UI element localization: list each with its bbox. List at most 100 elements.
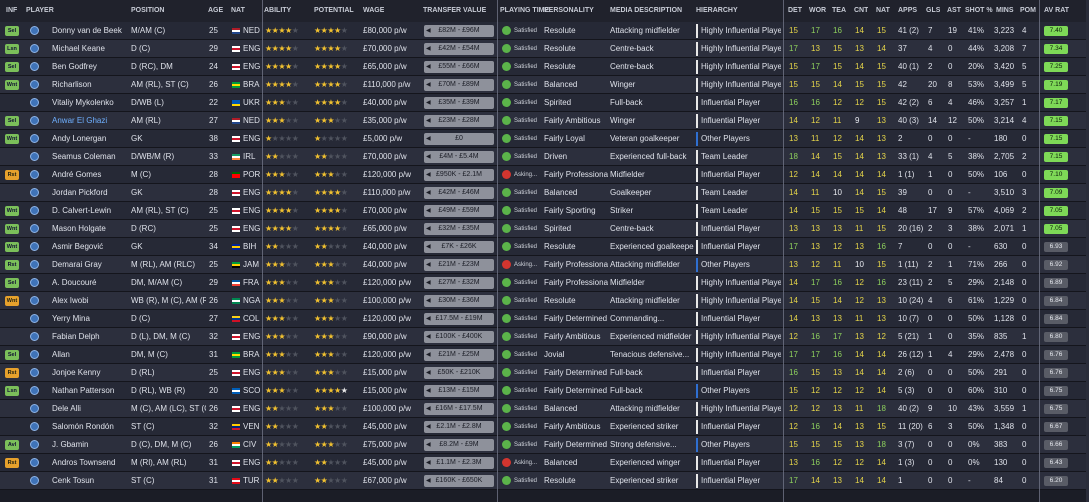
player-name-link[interactable]: André Gomes	[52, 166, 130, 184]
col-playing-time[interactable]: PLAYING TIME	[500, 0, 549, 22]
player-status-icon[interactable]	[30, 332, 39, 341]
transfer-value-box[interactable]: ◀ £27M - £32M	[424, 277, 494, 289]
table-row[interactable]: Cenk Tosun ST (C) 31 TUR ★★★★★ ★★★★★ £67,000 p…	[0, 472, 1089, 490]
player-status-icon[interactable]	[30, 152, 39, 161]
player-status-icon[interactable]	[30, 458, 39, 467]
col-ast[interactable]: AST	[947, 0, 961, 22]
table-row[interactable]: Yerry Mina D (C) 27 COL ★★★★★ ★★★★★ £120,000 p…	[0, 310, 1089, 328]
player-status-icon[interactable]	[30, 224, 39, 233]
col-media-description[interactable]: MEDIA DESCRIPTION	[610, 0, 682, 22]
table-row[interactable]: Sel Donny van de Beek M/AM (C) 25 NED ★★★★★ ★★…	[0, 22, 1089, 40]
player-status-icon[interactable]	[30, 260, 39, 269]
transfer-value-box[interactable]: ◀ £7K - £26K	[424, 241, 494, 253]
table-row[interactable]: Lsn Michael Keane D (C) 29 ENG ★★★★★ ★★★★★ £70,…	[0, 40, 1089, 58]
col-det[interactable]: DET	[788, 0, 802, 22]
col-transfer-value[interactable]: TRANSFER VALUE	[423, 0, 486, 22]
transfer-value-box[interactable]: ◀ £17.5M - £19M	[424, 313, 494, 325]
player-status-icon[interactable]	[30, 422, 39, 431]
player-status-icon[interactable]	[30, 404, 39, 413]
info-badge[interactable]: Rst	[5, 170, 19, 180]
table-row[interactable]: Wnt D. Calvert-Lewin AM (RL), ST (C) 25 ENG ★…	[0, 202, 1089, 220]
col-apps[interactable]: APPS	[898, 0, 917, 22]
player-status-icon[interactable]	[30, 98, 39, 107]
table-row[interactable]: Lsn Nathan Patterson D (RL), WB (R) 20 SCO ★★…	[0, 382, 1089, 400]
player-name-link[interactable]: Seamus Coleman	[52, 148, 130, 166]
player-name-link[interactable]: J. Gbamin	[52, 436, 130, 454]
info-badge[interactable]: Sel	[5, 116, 19, 126]
player-name-link[interactable]: Cenk Tosun	[52, 472, 130, 490]
player-status-icon[interactable]	[30, 134, 39, 143]
col-player[interactable]: PLAYER	[26, 0, 54, 22]
player-name-link[interactable]: Allan	[52, 346, 130, 364]
col-inf[interactable]: INF	[6, 0, 17, 22]
col-potential[interactable]: POTENTIAL	[314, 0, 354, 22]
table-row[interactable]: Wnt Richarlison AM (RL), ST (C) 26 BRA ★★★★★ ★…	[0, 76, 1089, 94]
info-badge[interactable]: Sel	[5, 26, 19, 36]
transfer-value-box[interactable]: ◀ £160K - £650K	[424, 475, 494, 487]
transfer-value-box[interactable]: ◀ £13M - £15M	[424, 385, 494, 397]
info-badge[interactable]: Lsn	[5, 44, 19, 54]
player-status-icon[interactable]	[30, 440, 39, 449]
player-name-link[interactable]: Anwar El Ghazi	[52, 112, 130, 130]
info-badge[interactable]: Wnt	[5, 224, 19, 234]
player-status-icon[interactable]	[30, 242, 39, 251]
transfer-value-box[interactable]: ◀ £2.1M - £2.8M	[424, 421, 494, 433]
transfer-value-box[interactable]: ◀ £950K - £2.1M	[424, 169, 494, 181]
player-name-link[interactable]: Michael Keane	[52, 40, 130, 58]
player-status-icon[interactable]	[30, 116, 39, 125]
player-status-icon[interactable]	[30, 62, 39, 71]
table-row[interactable]: Wnt Mason Holgate D (RC) 25 ENG ★★★★★ ★★★★★ £65…	[0, 220, 1089, 238]
transfer-value-box[interactable]: ◀ £70M - £89M	[424, 79, 494, 91]
player-status-icon[interactable]	[30, 26, 39, 35]
transfer-value-box[interactable]: ◀ £100K - £400K	[424, 331, 494, 343]
info-badge[interactable]: Wnt	[5, 134, 19, 144]
info-badge[interactable]: Rst	[5, 368, 19, 378]
transfer-value-box[interactable]: ◀ £8.2M - £9M	[424, 439, 494, 451]
col-pom[interactable]: POM	[1020, 0, 1036, 22]
player-name-link[interactable]: Jordan Pickford	[52, 184, 130, 202]
col-shot[interactable]: SHOT %	[965, 0, 993, 22]
info-badge[interactable]: Wnt	[5, 296, 19, 306]
player-name-link[interactable]: Fabian Delph	[52, 328, 130, 346]
player-status-icon[interactable]	[30, 296, 39, 305]
table-row[interactable]: Seamus Coleman D/WB/M (R) 33 IRL ★★★★★ ★★★★★ £…	[0, 148, 1089, 166]
player-status-icon[interactable]	[30, 386, 39, 395]
table-row[interactable]: Sel Allan DM, M (C) 31 BRA ★★★★★ ★★★★★ £120,000…	[0, 346, 1089, 364]
transfer-value-box[interactable]: ◀ £1.1M - £2.3M	[424, 457, 494, 469]
col-wor[interactable]: WOR	[809, 0, 826, 22]
col-position[interactable]: POSITION	[131, 0, 164, 22]
transfer-value-box[interactable]: ◀ £42M - £54M	[424, 43, 494, 55]
col-nat[interactable]: NAT	[231, 0, 245, 22]
player-name-link[interactable]: Yerry Mina	[52, 310, 130, 328]
player-name-link[interactable]: Andros Townsend	[52, 454, 130, 472]
col-age[interactable]: AGE	[208, 0, 223, 22]
transfer-value-box[interactable]: ◀ £0	[424, 133, 494, 145]
transfer-value-box[interactable]: ◀ £49M - £59M	[424, 205, 494, 217]
player-status-icon[interactable]	[30, 170, 39, 179]
table-row[interactable]: Wnt Asmir Begović GK 34 BIH ★★★★★ ★★★★★ £40,000…	[0, 238, 1089, 256]
player-name-link[interactable]: Asmir Begović	[52, 238, 130, 256]
player-name-link[interactable]: Ben Godfrey	[52, 58, 130, 76]
player-name-link[interactable]: Demarai Gray	[52, 256, 130, 274]
table-row[interactable]: Dele Alli M (C), AM (LC), ST (C) 26 ENG ★★★★…	[0, 400, 1089, 418]
table-row[interactable]: Jordan Pickford GK 28 ENG ★★★★★ ★★★★★ £110,000…	[0, 184, 1089, 202]
player-status-icon[interactable]	[30, 278, 39, 287]
player-name-link[interactable]: Andy Lonergan	[52, 130, 130, 148]
player-name-link[interactable]: Donny van de Beek	[52, 22, 130, 40]
player-status-icon[interactable]	[30, 368, 39, 377]
table-row[interactable]: Vitaliy Mykolenko D/WB (L) 22 UKR ★★★★★ ★★★★★…	[0, 94, 1089, 112]
col-cnt[interactable]: CNT	[854, 0, 868, 22]
col-wage[interactable]: WAGE	[363, 0, 384, 22]
table-row[interactable]: Salomón Rondón ST (C) 32 VEN ★★★★★ ★★★★★ £45,0…	[0, 418, 1089, 436]
player-name-link[interactable]: Richarlison	[52, 76, 130, 94]
transfer-value-box[interactable]: ◀ £23M - £28M	[424, 115, 494, 127]
player-status-icon[interactable]	[30, 206, 39, 215]
player-name-link[interactable]: A. Doucouré	[52, 274, 130, 292]
col-ability[interactable]: ABILITY	[264, 0, 291, 22]
transfer-value-box[interactable]: ◀ £30M - £36M	[424, 295, 494, 307]
info-badge[interactable]: Lsn	[5, 386, 19, 396]
transfer-value-box[interactable]: ◀ £42M - £46M	[424, 187, 494, 199]
table-row[interactable]: Rst André Gomes M (C) 28 POR ★★★★★ ★★★★★ £120,0…	[0, 166, 1089, 184]
col-nat2[interactable]: NAT	[876, 0, 890, 22]
player-name-link[interactable]: D. Calvert-Lewin	[52, 202, 130, 220]
